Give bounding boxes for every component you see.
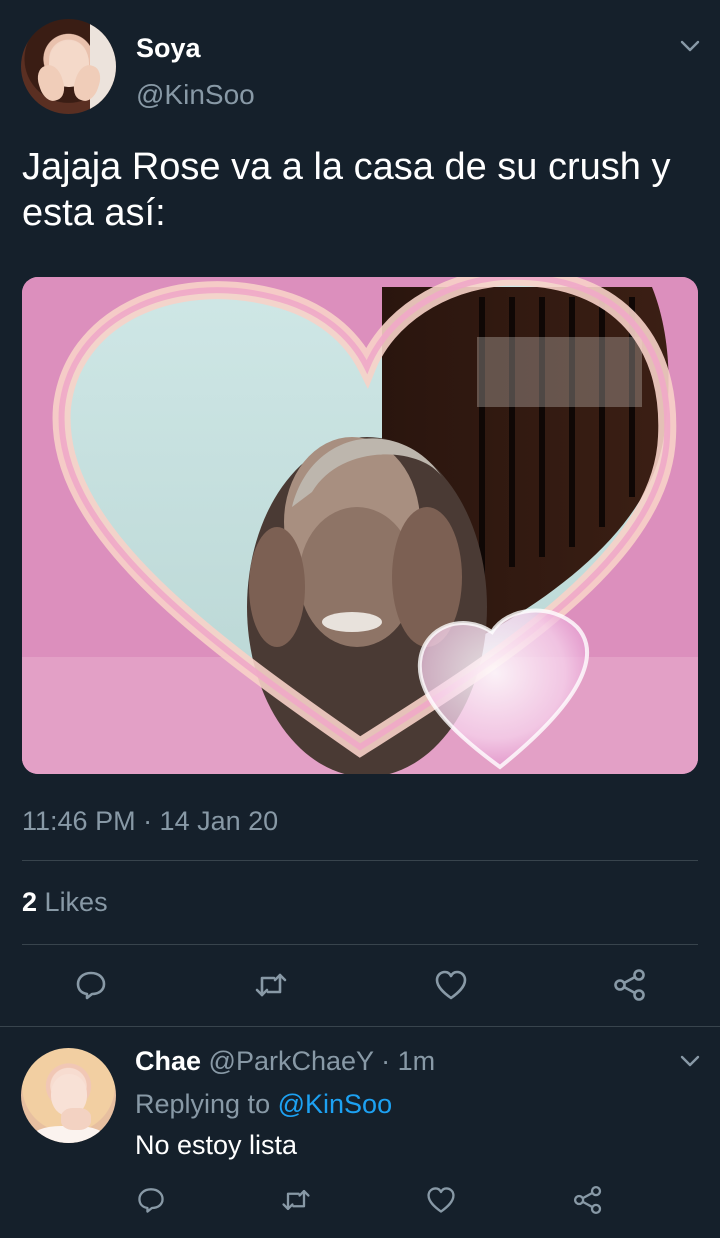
- reply-separator: ·: [381, 1046, 391, 1076]
- reply-reply-button[interactable]: [135, 1184, 167, 1216]
- retweet-icon: [255, 973, 287, 997]
- replying-to: Replying to @KinSoo: [135, 1089, 392, 1120]
- divider: [0, 1026, 720, 1027]
- reply-handle[interactable]: @ParkChaeY: [209, 1046, 374, 1076]
- replying-to-mention[interactable]: @KinSoo: [278, 1089, 392, 1119]
- reply-time: 1m: [397, 1046, 436, 1076]
- likes-count: 2: [22, 887, 38, 917]
- divider: [22, 860, 698, 861]
- reply-share-button[interactable]: [572, 1184, 604, 1216]
- likes-label: Likes: [44, 887, 108, 917]
- tweet-timestamp: 11:46 PM · 14 Jan 20: [22, 806, 279, 836]
- tweet-image[interactable]: [22, 277, 698, 774]
- reply-retweet-button[interactable]: [280, 1184, 312, 1216]
- share-icon: [614, 969, 645, 1001]
- avatar-hand: [61, 1108, 91, 1130]
- reply-icon: [76, 971, 106, 1000]
- tweet-detail-screen: Soya @KinSoo Jajaja Rose va a la casa de…: [0, 0, 720, 1238]
- reply-display-name[interactable]: Chae: [135, 1046, 201, 1076]
- reply-author-avatar[interactable]: [21, 1048, 116, 1143]
- replying-to-label: Replying to: [135, 1089, 271, 1119]
- like-icon: [435, 970, 467, 1000]
- chevron-down-icon[interactable]: [678, 1049, 702, 1073]
- tweet-text: Jajaja Rose va a la casa de su crush y e…: [22, 146, 671, 234]
- reply-button[interactable]: [73, 967, 109, 1003]
- retweet-button[interactable]: [253, 967, 289, 1003]
- author-handle[interactable]: @KinSoo: [136, 79, 255, 111]
- reply-text: No estoy lista: [135, 1130, 298, 1160]
- like-icon: [427, 1187, 455, 1213]
- reply-icon: [138, 1188, 164, 1213]
- reply-like-button[interactable]: [425, 1184, 457, 1216]
- chevron-down-icon[interactable]: [678, 34, 702, 58]
- chevron-down-icon-svg: [680, 40, 700, 52]
- divider: [22, 944, 698, 945]
- reply-header: Chae @ParkChaeY · 1m: [135, 1046, 435, 1077]
- share-button[interactable]: [612, 967, 648, 1003]
- meme-photo: [22, 277, 698, 774]
- chevron-down-icon-svg: [680, 1055, 700, 1067]
- author-avatar[interactable]: [21, 19, 116, 114]
- share-icon: [573, 1185, 602, 1215]
- author-display-name[interactable]: Soya: [136, 33, 201, 64]
- retweet-icon: [282, 1189, 310, 1211]
- likes-stat[interactable]: 2 Likes: [22, 887, 108, 918]
- like-button[interactable]: [433, 967, 469, 1003]
